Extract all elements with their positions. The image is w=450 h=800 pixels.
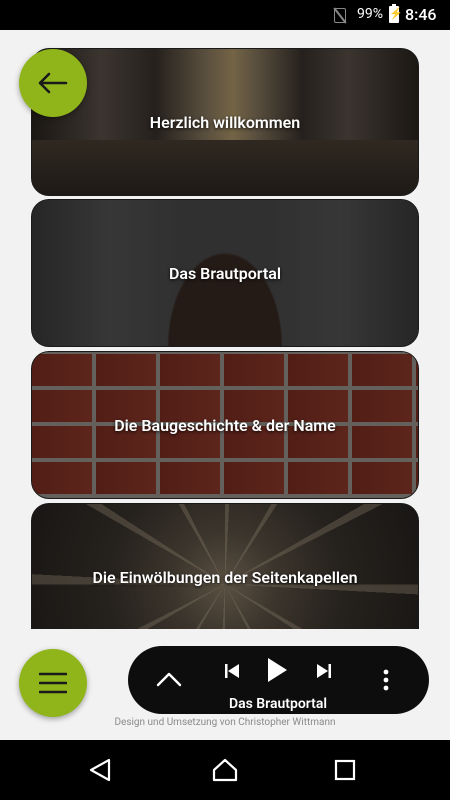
- section-title: Die Einwölbungen der Seitenkapellen: [92, 567, 358, 587]
- hamburger-menu-icon: [39, 672, 67, 694]
- home-icon: [212, 758, 238, 782]
- section-title: Das Brautportal: [168, 263, 282, 283]
- recents-square-icon: [334, 759, 356, 781]
- credit-text: Design und Umsetzung von Christopher Wit…: [114, 717, 336, 728]
- section-card-welcome[interactable]: Herzlich willkommen: [31, 48, 419, 196]
- skip-next-icon: [317, 664, 331, 678]
- now-playing-title: Das Brautportal: [228, 696, 328, 712]
- nav-recents-button[interactable]: [325, 755, 365, 785]
- section-card-baugeschichte[interactable]: Die Baugeschichte & der Name: [31, 351, 419, 499]
- section-list[interactable]: Herzlich willkommen Das Brautportal Die …: [31, 48, 419, 629]
- play-button[interactable]: [262, 655, 292, 685]
- navigation-bar: [0, 740, 450, 800]
- menu-button[interactable]: [19, 649, 87, 717]
- no-sim-icon: [334, 8, 346, 23]
- clock: 8:46: [405, 5, 437, 24]
- nav-home-button[interactable]: [205, 755, 245, 785]
- battery-charging-icon: [389, 4, 403, 23]
- status-bar: 99% 8:46: [0, 0, 450, 30]
- arrow-left-icon: [38, 72, 68, 94]
- expand-player-button[interactable]: [154, 666, 184, 692]
- section-title: Die Baugeschichte & der Name: [114, 415, 336, 435]
- next-track-button[interactable]: [312, 660, 336, 682]
- section-card-brautportal[interactable]: Das Brautportal: [31, 199, 419, 347]
- section-title: Herzlich willkommen: [149, 112, 301, 132]
- nav-back-icon: [89, 758, 111, 782]
- more-vertical-icon: [383, 669, 389, 691]
- section-card-einwoelbungen[interactable]: Die Einwölbungen der Seitenkapellen: [31, 503, 419, 629]
- play-icon: [268, 658, 287, 682]
- chevron-up-icon: [156, 672, 182, 687]
- previous-track-button[interactable]: [220, 660, 244, 682]
- back-button[interactable]: [19, 49, 87, 117]
- nav-back-button[interactable]: [80, 755, 120, 785]
- skip-previous-icon: [225, 664, 239, 678]
- battery-percentage: 99%: [357, 6, 383, 22]
- audio-player: Das Brautportal: [128, 646, 429, 714]
- more-options-button[interactable]: [374, 666, 398, 694]
